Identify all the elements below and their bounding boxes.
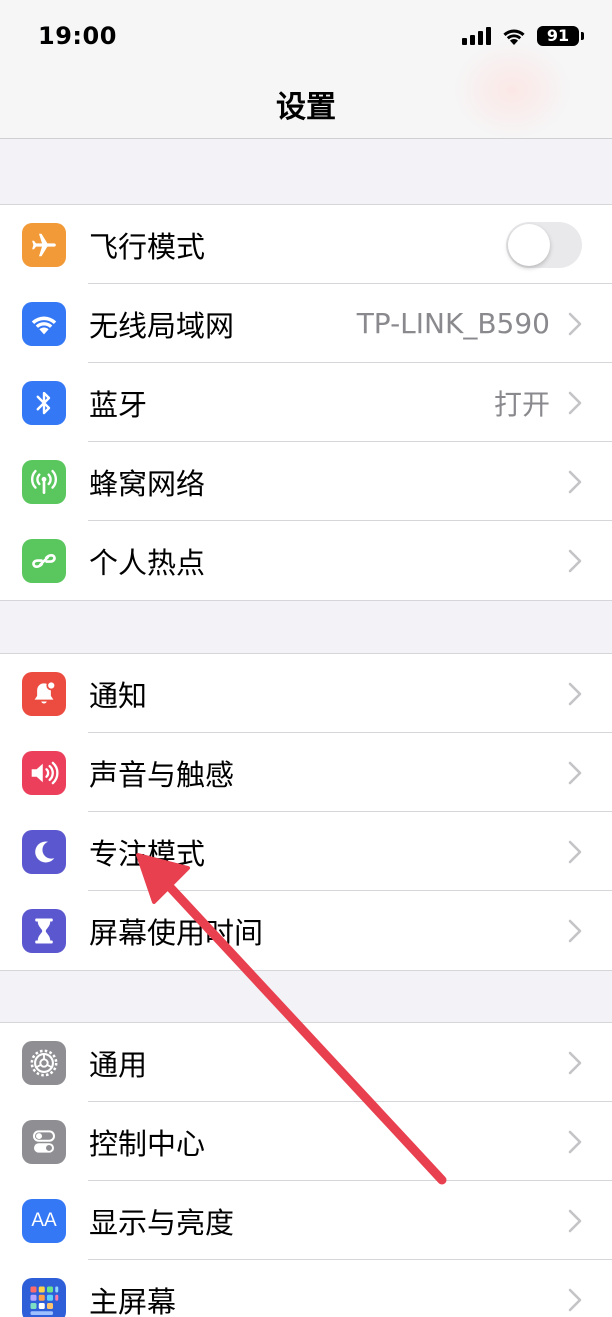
battery-indicator: 91 (537, 26, 584, 46)
settings-row-label: 飞行模式 (89, 229, 206, 264)
settings-row-value: TP-LINK_B590 (356, 307, 550, 340)
settings-row-label: 无线局域网 (89, 308, 235, 343)
settings-row-focus[interactable]: 专注模式 (0, 812, 612, 891)
chevron-right-icon (568, 682, 582, 705)
settings-row-label: 通用 (89, 1047, 148, 1082)
chevron-right-icon (568, 1209, 582, 1232)
speaker-icon (22, 750, 66, 795)
hotspot-icon (22, 538, 66, 583)
settings-row-cellular[interactable]: 蜂窝网络 (0, 442, 612, 521)
settings-row-home-screen[interactable]: 主屏幕 (0, 1260, 612, 1317)
cellular-signal-icon (462, 27, 491, 45)
chevron-right-icon (568, 391, 582, 414)
chevron-right-icon (568, 919, 582, 942)
chevron-right-icon (568, 312, 582, 335)
battery-level: 91 (537, 26, 579, 46)
chevron-right-icon (568, 1130, 582, 1153)
status-indicators: 91 (462, 26, 584, 46)
settings-row-label: 蓝牙 (89, 387, 148, 422)
settings-row-bluetooth[interactable]: 蓝牙 打开 (0, 363, 612, 442)
settings-row-label: 屏幕使用时间 (89, 915, 264, 950)
bell-icon (22, 671, 66, 716)
hourglass-icon (22, 908, 66, 953)
text-size-glyph: AA (31, 1209, 57, 1231)
page-title: 设置 (276, 90, 336, 125)
settings-row-general[interactable]: 通用 (0, 1023, 612, 1102)
airplane-icon (22, 222, 66, 267)
moon-icon (22, 829, 66, 874)
settings-row-label: 显示与亮度 (89, 1205, 235, 1240)
text-size-icon: AA (22, 1198, 66, 1243)
chevron-right-icon (568, 470, 582, 493)
settings-row-wifi[interactable]: 无线局域网 TP-LINK_B590 (0, 284, 612, 363)
settings-row-value: 打开 (493, 387, 550, 421)
home-grid-icon (22, 1277, 66, 1317)
settings-row-hotspot[interactable]: 个人热点 (0, 521, 612, 600)
settings-group-connectivity: 飞行模式 无线局域网 TP-LINK_B590 蓝牙 打开 蜂窝网络 个人热点 (0, 204, 612, 601)
settings-row-label: 蜂窝网络 (89, 466, 206, 501)
chevron-right-icon (568, 549, 582, 572)
chevron-right-icon (568, 1288, 582, 1311)
settings-row-sounds[interactable]: 声音与触感 (0, 733, 612, 812)
chevron-right-icon (568, 840, 582, 863)
wifi-status-icon (503, 29, 525, 45)
chevron-right-icon (568, 761, 582, 784)
switches-icon (22, 1119, 66, 1164)
settings-row-label: 控制中心 (89, 1126, 206, 1161)
toggle-knob (508, 223, 550, 266)
settings-row-display[interactable]: AA 显示与亮度 (0, 1181, 612, 1260)
chevron-right-icon (568, 1051, 582, 1074)
airplane-mode-toggle[interactable] (506, 221, 582, 268)
gear-icon (22, 1040, 66, 1085)
settings-row-airplane-mode[interactable]: 飞行模式 (0, 205, 612, 284)
settings-row-label: 声音与触感 (89, 757, 235, 792)
settings-group-notifications: 通知 声音与触感 专注模式 屏幕使用时间 (0, 653, 612, 971)
antenna-icon (22, 459, 66, 504)
wifi-icon (22, 301, 66, 346)
settings-row-control-center[interactable]: 控制中心 (0, 1102, 612, 1181)
settings-row-label: 专注模式 (89, 836, 206, 871)
settings-group-general: 通用 控制中心 AA 显示与亮度 主屏幕 (0, 1022, 612, 1317)
settings-row-notifications[interactable]: 通知 (0, 654, 612, 733)
settings-row-label: 通知 (89, 678, 148, 713)
settings-row-label: 个人热点 (89, 545, 206, 580)
bluetooth-icon (22, 380, 66, 425)
status-time: 19:00 (38, 22, 117, 50)
battery-tip (581, 32, 584, 40)
settings-row-label: 主屏幕 (89, 1284, 177, 1317)
settings-screen: 19:00 91 设置 飞行模式 无线局域网 TP-LINK_B590 蓝牙 打… (0, 0, 612, 1317)
navigation-header: 19:00 91 设置 (0, 0, 612, 140)
settings-row-screen-time[interactable]: 屏幕使用时间 (0, 891, 612, 970)
